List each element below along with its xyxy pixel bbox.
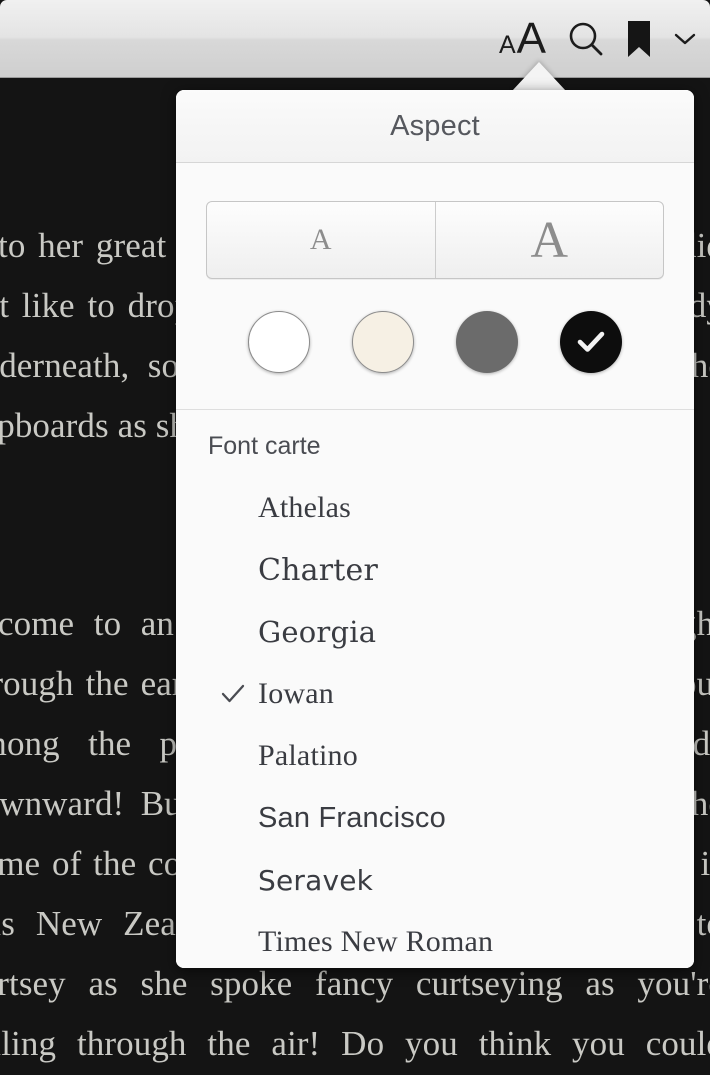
- font-section-label: Font carte: [208, 432, 321, 460]
- reader-window: to her great disappointment it was empty…: [0, 0, 710, 1075]
- text-size-button[interactable]: A A: [499, 12, 546, 66]
- bookmark-menu-button[interactable]: [672, 12, 698, 66]
- theme-swatch-gray[interactable]: [456, 311, 518, 373]
- font-section: Font carte Athelas Charter Georgia Iowan…: [176, 410, 694, 968]
- font-item-label: Palatino: [258, 739, 358, 772]
- text-size-large-glyph: A: [516, 14, 546, 63]
- checkmark-icon: [577, 331, 605, 352]
- increase-text-size-button[interactable]: A: [436, 202, 664, 278]
- checkmark-icon: [221, 684, 245, 703]
- popover-title: Aspect: [390, 109, 480, 142]
- search-icon: [569, 22, 603, 56]
- font-item-seravek[interactable]: Seravek: [176, 849, 694, 911]
- font-item-charter[interactable]: Charter: [176, 539, 694, 601]
- search-button[interactable]: [566, 12, 606, 66]
- text-size-icon: A A: [499, 17, 546, 61]
- appearance-section: A A: [176, 163, 694, 410]
- bookmark-button[interactable]: [626, 12, 652, 66]
- font-item-label: Iowan: [258, 677, 334, 710]
- font-item-label: Charter: [258, 552, 379, 588]
- decrease-text-size-label: A: [309, 223, 332, 256]
- toolbar: A A: [0, 0, 710, 78]
- font-item-label: Times New Roman: [258, 925, 494, 958]
- theme-swatch-row: [176, 279, 694, 409]
- increase-text-size-label: A: [530, 211, 569, 269]
- font-item-label: Georgia: [258, 615, 377, 649]
- aspect-popover: Aspect A A Font carte Athelas Charter Ge…: [176, 90, 694, 968]
- chevron-down-icon: [674, 33, 696, 45]
- popover-arrow: [512, 62, 566, 91]
- theme-swatch-black[interactable]: [560, 311, 622, 373]
- decrease-text-size-button[interactable]: A: [207, 202, 436, 278]
- theme-swatch-sepia[interactable]: [352, 311, 414, 373]
- font-item-georgia[interactable]: Georgia: [176, 601, 694, 663]
- font-item-palatino[interactable]: Palatino: [176, 725, 694, 787]
- text-size-small-glyph: A: [498, 31, 516, 59]
- text-size-control-wrap: A A: [176, 163, 694, 279]
- popover-header: Aspect: [176, 90, 694, 163]
- font-item-athelas[interactable]: Athelas: [176, 477, 694, 539]
- bookmark-icon: [628, 21, 650, 57]
- font-item-label: Athelas: [258, 491, 352, 524]
- font-item-iowan[interactable]: Iowan: [176, 663, 694, 725]
- text-size-segmented-control[interactable]: A A: [206, 201, 664, 279]
- font-item-label: San Francisco: [258, 801, 446, 834]
- font-item-times-new-roman[interactable]: Times New Roman: [176, 911, 694, 968]
- font-item-san-francisco[interactable]: San Francisco: [176, 787, 694, 849]
- theme-swatch-white[interactable]: [248, 311, 310, 373]
- font-item-label: Seravek: [258, 863, 374, 897]
